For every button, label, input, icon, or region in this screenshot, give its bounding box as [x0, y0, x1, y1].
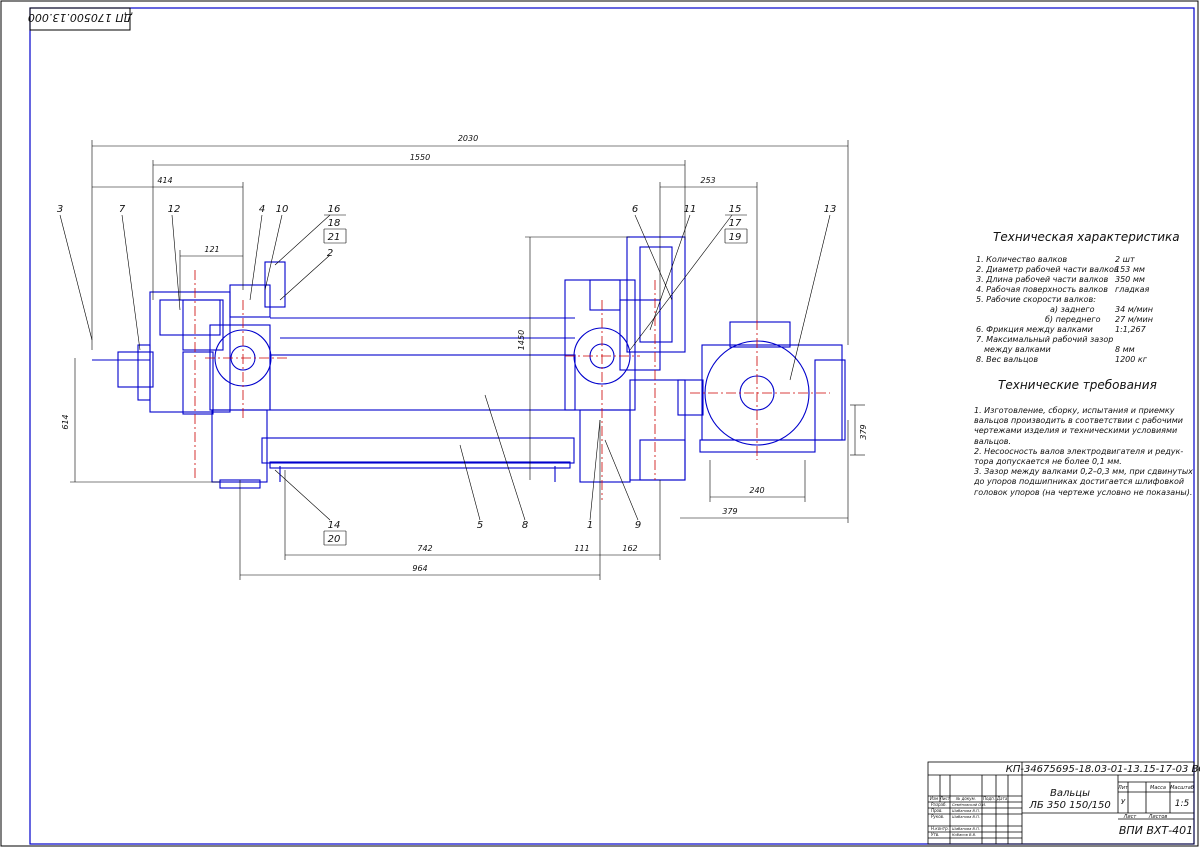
callout: 15: [729, 204, 742, 215]
spec-label: 5. Рабочие скорости валков:: [976, 295, 1096, 304]
spec-label: 6. Фрикция между валками: [976, 325, 1093, 334]
dim-1450: 1450: [517, 330, 526, 350]
spec-value: 153 мм: [1115, 265, 1145, 274]
dim-614: 614: [61, 414, 70, 429]
spec-label: 4. Рабочая поверхность валков: [976, 285, 1108, 294]
mass-header: Масса: [1150, 785, 1166, 791]
dim-253: 253: [700, 176, 715, 185]
scale-header: Масштаб: [1170, 785, 1194, 791]
callout: 20: [328, 534, 341, 545]
name-prov: Шабанова В.П.: [952, 809, 980, 813]
scale-value: 1:5: [1175, 799, 1190, 809]
spec-value: 350 мм: [1115, 275, 1145, 284]
callout: 17: [729, 218, 742, 229]
stamp-top: ДП 170500.13.000: [28, 11, 133, 24]
requirement-line: вальцов производить в соответствии с раб…: [974, 416, 1183, 426]
spec-value: 2 шт: [1115, 255, 1135, 264]
dim-121: 121: [204, 245, 219, 254]
dim-1550: 1550: [410, 153, 430, 162]
spec-value: 8 мм: [1115, 345, 1135, 354]
callout: 8: [522, 520, 528, 531]
callout: 5: [477, 520, 483, 531]
requirement-line: 1. Изготовление, сборку, испытания и при…: [974, 406, 1175, 415]
hdr-list: Лист: [939, 796, 951, 801]
callout: 3: [57, 204, 63, 215]
role-prov: Пров.: [931, 808, 943, 813]
spec-value: 1200 кг: [1115, 355, 1147, 364]
requirements-list: 1. Изготовление, сборку, испытания и при…: [974, 406, 1194, 498]
spec-label: 7. Максимальный рабочий зазор: [976, 335, 1114, 344]
lit-header: Лит: [1117, 785, 1129, 791]
requirement-line: 2. Несоосность валов электродвигателя и …: [974, 446, 1184, 456]
callout: 18: [328, 218, 341, 229]
spec-value: 1:1,267: [1115, 325, 1146, 334]
dim-379-bottom: 379: [722, 507, 737, 516]
spec-title: Техническая характеристика: [993, 230, 1180, 244]
dimension-lines: [70, 140, 865, 580]
callout-labels: 3 7 12 4 10 16 18 21 2 6 11 15 17 19 13 …: [57, 204, 837, 545]
spec-label: 8. Вес вальцов: [976, 355, 1039, 364]
requirement-line: чертежами изделия и техническими условия…: [974, 426, 1178, 436]
spec-value: 34 м/мин: [1115, 305, 1153, 314]
name-razrab: Семёновский О.И.: [952, 803, 986, 807]
spec-label: 3. Длина рабочей части валков: [976, 275, 1109, 284]
spec-value: гладкая: [1115, 285, 1150, 294]
callout: 21: [328, 232, 341, 243]
dim-414: 414: [157, 176, 172, 185]
hdr-izm: Изм: [930, 796, 938, 801]
callout: 13: [824, 204, 837, 215]
role-ruk: Руков.: [931, 814, 944, 819]
name-ruk: Шабанова В.П.: [952, 815, 980, 819]
dim-162: 162: [622, 544, 637, 553]
leader-lines: [59, 214, 831, 521]
dim-240: 240: [749, 486, 764, 495]
dim-111: 111: [574, 544, 589, 553]
dim-964: 964: [412, 564, 427, 573]
callout: 1: [587, 520, 593, 531]
callout: 7: [119, 204, 126, 215]
spec-label: 1. Количество валков: [976, 255, 1068, 264]
callout: 9: [635, 520, 641, 531]
requirement-line: тора допускается не более 0,1 мм.: [974, 457, 1122, 467]
dim-379: 379: [859, 424, 868, 439]
role-nkontr: Н.контр.: [931, 826, 949, 831]
dim-742: 742: [417, 544, 432, 553]
role-utv: Утв.: [931, 832, 939, 837]
callout: 2: [327, 248, 333, 259]
spec-value: 27 м/мин: [1115, 315, 1153, 324]
sheets-label: Листов: [1148, 814, 1168, 820]
product-name: Вальцы: [1050, 788, 1090, 799]
requirement-line: вальцов.: [974, 436, 1012, 446]
spec-label: между валками: [984, 345, 1051, 354]
machine-drawing: [92, 236, 846, 489]
product-model: ЛБ 350 150/150: [1028, 800, 1110, 811]
callout: 4: [259, 204, 265, 215]
requirements-title: Технические требования: [998, 378, 1157, 392]
callout: 14: [328, 520, 341, 531]
center-lines: [194, 270, 830, 500]
callout: 16: [328, 204, 341, 215]
hdr-date: Дата: [996, 796, 1008, 801]
callout: 19: [729, 232, 742, 243]
role-razrab: Разраб.: [931, 802, 947, 807]
dim-2030: 2030: [458, 134, 478, 143]
callout: 12: [168, 204, 181, 215]
name-utv: Кобанов В.В.: [952, 833, 976, 837]
hdr-sign: Подп.: [983, 796, 995, 801]
name-nkontr: Шабанова В.П.: [952, 827, 980, 831]
sheet-label: Лист: [1123, 814, 1138, 820]
spec-label: а) заднего: [1050, 305, 1095, 314]
drawing-code: КП-34675695-18.03-01-13.15-17-03 ВО: [1006, 764, 1200, 775]
hdr-doc: № докум.: [955, 796, 976, 801]
callout: 11: [684, 204, 697, 215]
callout: 10: [276, 204, 289, 215]
callout: 6: [632, 204, 638, 215]
organization: ВПИ ВХТ-401: [1119, 824, 1193, 837]
requirement-line: до упоров подшипниках достигается шлифов…: [974, 477, 1185, 487]
spec-label: 2. Диаметр рабочей части валков: [976, 265, 1119, 274]
requirement-line: головок упоров (на чертеже условно не по…: [974, 487, 1193, 497]
lit-value: У: [1121, 798, 1126, 806]
requirement-line: 3. Зазор между валками 0,2–0,3 мм, при с…: [974, 467, 1193, 477]
spec-label: б) переднего: [1045, 315, 1101, 324]
